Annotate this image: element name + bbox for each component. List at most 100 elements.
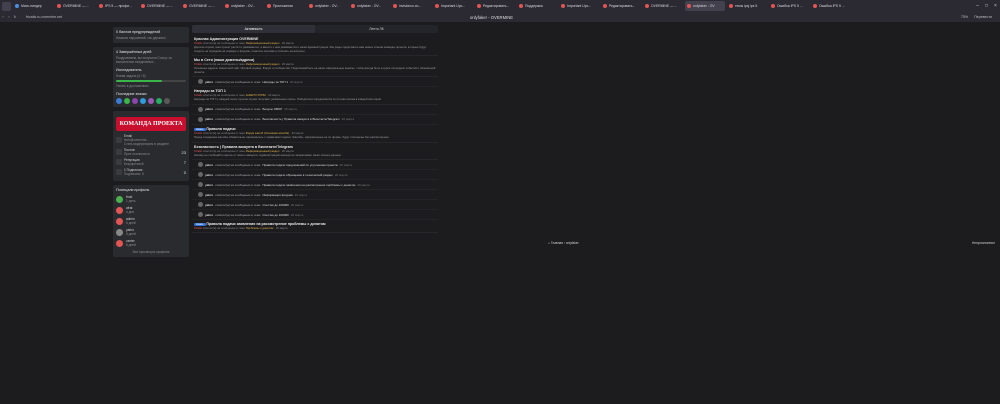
activity-topic[interactable]: Правила подачи заявления на рассмотрение… (262, 183, 355, 187)
explorer-title: Исследователь (116, 68, 142, 72)
visitor-item[interactable]: yabro 5 дней (116, 228, 186, 236)
badge-icon[interactable] (140, 98, 146, 104)
activity-row: yabro ответил(а) на сообщение в теме Счетч… (192, 210, 438, 221)
activity-topic[interactable]: Бонусы ОВОР (262, 107, 282, 111)
tab-lk-feed[interactable]: Лента ЛК (315, 27, 438, 31)
activity-user[interactable]: yabro (205, 80, 213, 84)
activity-topic[interactable]: Безопасность | Правила аккаунта в Вконта… (262, 117, 339, 121)
browser-tab[interactable]: Редактировать... (601, 1, 641, 11)
minimize-icon[interactable]: – (973, 3, 982, 9)
visitor-time: 4 дня (126, 210, 135, 214)
browser-tab-label: Приложения (273, 4, 293, 8)
post-meta-text: ответил(а) на сообщение в теме (202, 226, 245, 231)
visitors-more-link[interactable]: Все просмотры профиля (116, 250, 186, 254)
browser-tab-label: IPS 5 — профи... (105, 4, 132, 8)
badge-icon[interactable] (164, 98, 170, 104)
post-topic[interactable]: Проблемы с донатом (246, 226, 274, 230)
avatar (198, 172, 203, 178)
avatar (198, 192, 203, 198)
browser-tab[interactable]: OVERMINE — ... (643, 1, 683, 11)
avatar (116, 217, 123, 225)
post-topic[interactable]: Информационный раздел (246, 149, 280, 153)
favicon-icon (267, 4, 271, 8)
feed-post: Красная Администрация OVERMINE frizalis о… (192, 35, 438, 57)
explorer-subtitle: Новая задача (4 / 6) (116, 74, 146, 78)
post-author[interactable]: frizalis (194, 149, 202, 153)
visitor-list: frost 1 день afrat 4 дня admin 5 дней yabro 5 д… (116, 195, 186, 247)
browser-tab[interactable]: Приложения (265, 1, 305, 11)
tab-activity[interactable]: Активность (192, 25, 315, 33)
browser-tab[interactable]: Important Upc... (433, 1, 473, 11)
visitor-item[interactable]: vaxter 6 дней (116, 239, 186, 247)
activity-text: ответил(а) на сообщение в теме (215, 172, 261, 177)
browser-tab-label: Редактировать... (483, 4, 510, 8)
activity-topic[interactable]: Правила подачи предложений по улучшению … (262, 163, 337, 167)
badge-icon[interactable] (132, 98, 138, 104)
zoom-level[interactable]: 75% (961, 15, 968, 19)
reputation-subtitle: Безупречный (124, 162, 144, 166)
activity-topic[interactable]: Счетчик до 100000 (262, 203, 288, 207)
favicon-icon (141, 4, 145, 8)
subscribers-count: 0 (183, 169, 186, 175)
activity-user[interactable]: yabro (205, 163, 213, 167)
badge-icon[interactable] (156, 98, 162, 104)
activity-feed-column: Активность Лента ЛК Красная Администраци… (192, 25, 438, 234)
activity-text: ответил(а) на сообщение в теме (215, 212, 261, 217)
activity-user[interactable]: yabro (205, 173, 213, 177)
avatar (198, 79, 203, 85)
browser-tab[interactable]: onlyfaker - OV... (223, 1, 263, 11)
browser-tab[interactable]: onlyfaker - OV (685, 1, 725, 11)
activity-user[interactable]: yabro (205, 107, 213, 111)
tab-overview-button[interactable] (2, 1, 11, 11)
browser-tab[interactable]: OVERMINE — ... (181, 1, 221, 11)
browser-tab[interactable]: Important Upc... (559, 1, 599, 11)
browser-tab[interactable]: Ошибка IPS 5 ... (811, 1, 851, 11)
activity-user[interactable]: yabro (205, 203, 213, 207)
avatar (198, 162, 203, 168)
browser-tab[interactable]: Ошибка IPS 5 ... (769, 1, 809, 11)
visitor-item[interactable]: afrat 4 дня (116, 206, 186, 214)
post-author[interactable]: frizalis (194, 226, 202, 230)
favicon-icon (645, 4, 649, 8)
reload-icon[interactable]: ↻ (12, 15, 18, 19)
activity-row: yabro ответил(а) на сообщение в теме Прави… (192, 170, 438, 181)
translate-button[interactable]: Перевести (974, 15, 992, 19)
browser-tab[interactable]: OVERMINE — ... (55, 1, 95, 11)
subscribers-subtitle: Подписано: 5 (124, 172, 144, 176)
visitors-card: Посещали профиль frost 1 день afrat 4 дня ad… (113, 185, 189, 257)
last-badges-title: Последние значки (116, 92, 147, 96)
browser-tab[interactable]: onlyfaker - OV... (307, 1, 347, 11)
activity-topic[interactable]: Счетчик до 100000 (262, 213, 288, 217)
browser-tab[interactable]: Мисс-пиндер (13, 1, 53, 11)
activity-topic[interactable]: Информация форума (262, 193, 292, 197)
activity-topic[interactable]: Правила подачи обращения в технический р… (262, 173, 332, 177)
badge-icon[interactable] (116, 98, 122, 104)
browser-tab[interactable]: IPS 5 — профи... (97, 1, 137, 11)
close-icon[interactable]: × (991, 3, 1000, 9)
browser-tab[interactable]: темы ipsj ips 5 (727, 1, 767, 11)
unread-link[interactable]: Непрочитанное (972, 241, 995, 245)
activity-user[interactable]: yabro (205, 193, 213, 197)
visitor-item[interactable]: frost 1 день (116, 195, 186, 203)
badge-icon[interactable] (124, 98, 130, 104)
url-input[interactable]: frizalis.ru.overmine.net (26, 15, 62, 19)
activity-user[interactable]: yabro (205, 183, 213, 187)
activity-user[interactable]: yabro (205, 213, 213, 217)
breadcrumb-home[interactable]: Главная (551, 241, 563, 245)
home-icon[interactable]: ⌂ (548, 241, 550, 245)
activity-user[interactable]: yabro (205, 117, 213, 121)
maximize-icon[interactable]: □ (982, 3, 991, 9)
badge-icon[interactable] (148, 98, 154, 104)
browser-tab-label: onlyfaker - OV... (231, 4, 256, 8)
browser-tab[interactable]: OVERMINE — ... (139, 1, 179, 11)
browser-tab[interactable]: Поддержка (517, 1, 557, 11)
browser-tab[interactable]: onlyfaker - OV... (349, 1, 389, 11)
post-body: Никому не сообщайте пароль от своего акк… (194, 152, 342, 157)
browser-tab-label: OVERMINE — ... (189, 4, 216, 8)
visitor-item[interactable]: admin 5 дней (116, 217, 186, 225)
browser-tab[interactable]: invisionco.co... (391, 1, 431, 11)
explorer-note[interactable]: Узнать в достижениях (116, 84, 186, 88)
activity-topic[interactable]: Награды за ТОП 1 (262, 80, 288, 84)
browser-tab[interactable]: Редактировать... (475, 1, 515, 11)
activity-text: ответил(а) на сообщение в теме (215, 182, 261, 187)
